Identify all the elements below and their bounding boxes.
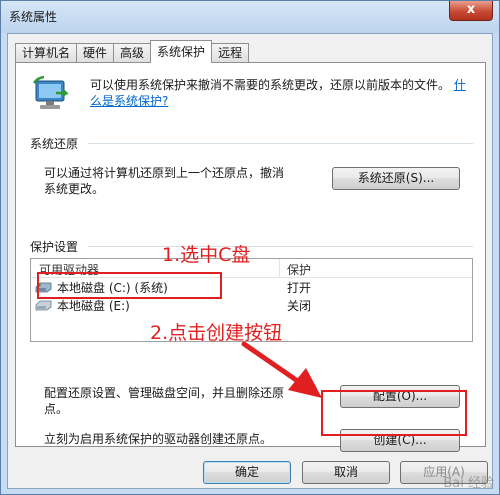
system-restore-button[interactable]: 系统还原(S)... — [332, 167, 460, 190]
annotation-arrow-icon — [241, 341, 322, 398]
intro-text: 可以使用系统保护来撤消不需要的系统更改，还原以前版本的文件。 — [90, 78, 451, 92]
tab-system-protection[interactable]: 系统保护 — [150, 40, 213, 63]
system-restore-divider — [88, 143, 473, 144]
close-button[interactable]: x — [449, 1, 493, 21]
configure-desc-line2: 点。 — [44, 402, 69, 416]
system-restore-group-title: 系统还原 — [30, 137, 79, 151]
close-icon: x — [466, 2, 476, 17]
protection-settings-group-title: 保护设置 — [30, 240, 79, 254]
window-title: 系统属性 — [9, 10, 58, 24]
annotation-box-drive-c — [37, 272, 222, 299]
drive-name-e: 本地磁盘 (E:) — [57, 299, 130, 313]
system-restore-desc-line2: 系统更改。 — [44, 182, 105, 196]
annotation-step1: 1.选中C盘 — [162, 244, 251, 266]
watermark: Bai 经验 — [443, 476, 494, 491]
system-restore-desc-line1: 可以通过将计算机还原到上一个还原点，撤消 — [44, 166, 285, 180]
tab-strip: 计算机名 硬件 高级 系统保护 远程 — [15, 40, 250, 63]
ok-button[interactable]: 确定 — [203, 461, 291, 484]
drive-icon — [35, 300, 52, 311]
tab-hardware[interactable]: 硬件 — [76, 43, 115, 63]
tab-advanced[interactable]: 高级 — [113, 43, 152, 63]
tab-computer-name[interactable]: 计算机名 — [15, 43, 78, 63]
cancel-button[interactable]: 取消 — [302, 461, 390, 484]
intro-description: 可以使用系统保护来撤消不需要的系统更改，还原以前版本的文件。 什么是系统保护? — [90, 77, 470, 109]
create-description: 立刻为启用系统保护的驱动器创建还原点。 — [44, 432, 273, 446]
drive-status-c: 打开 — [287, 281, 312, 295]
system-restore-description: 可以通过将计算机还原到上一个还原点，撤消 系统更改。 — [44, 165, 284, 197]
column-header-protection[interactable]: 保护 — [287, 261, 311, 278]
drive-status-e: 关闭 — [287, 299, 312, 313]
tab-remote[interactable]: 远程 — [211, 43, 250, 63]
annotation-box-create — [321, 390, 467, 436]
title-bar[interactable]: 系统属性 x — [1, 1, 499, 33]
column-separator[interactable] — [279, 259, 280, 278]
system-protection-icon — [32, 75, 70, 109]
protection-settings-divider — [88, 246, 473, 247]
